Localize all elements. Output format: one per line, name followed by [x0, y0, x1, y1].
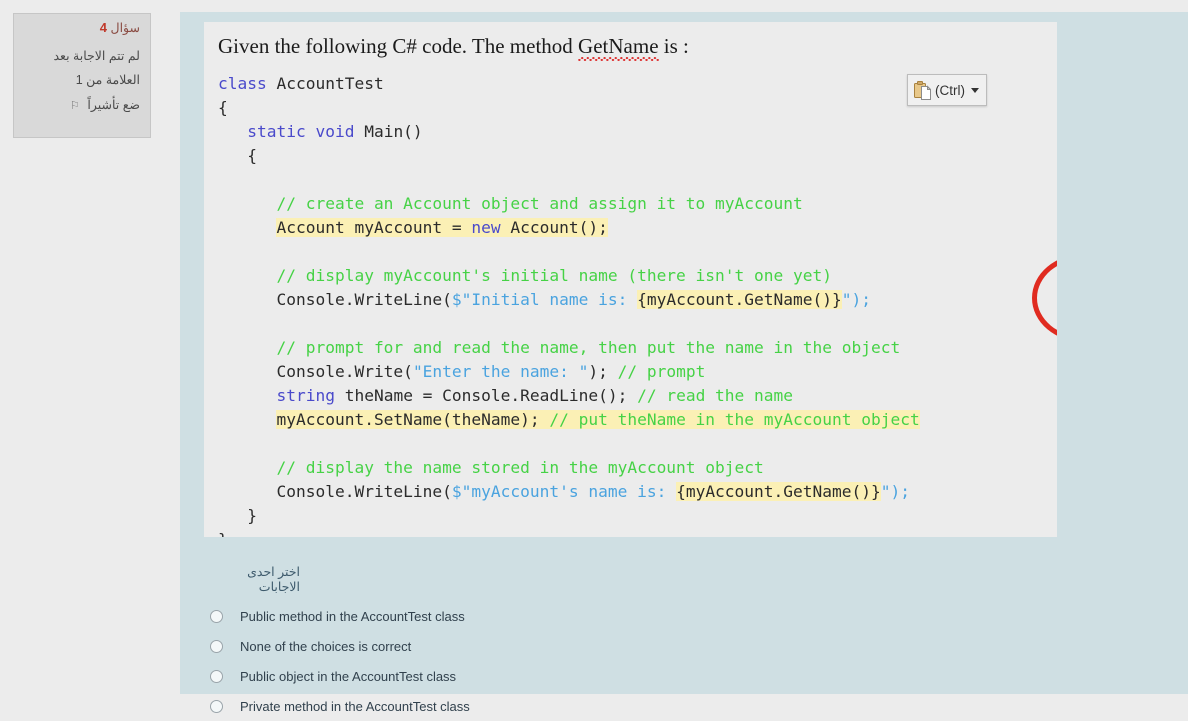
- code-token: AccountTest: [276, 74, 384, 93]
- code-token: {myAccount.GetName()}: [637, 290, 842, 309]
- code-token: ");: [841, 290, 872, 309]
- code-token: // prompt for and read the name, then pu…: [276, 338, 901, 357]
- answer-option-label: None of the choices is correct: [240, 638, 412, 654]
- code-token: {myAccount.GetName()}: [676, 482, 881, 501]
- code-token: string: [276, 386, 335, 405]
- code-token: ");: [880, 482, 910, 501]
- paste-options-label: (Ctrl): [935, 82, 965, 98]
- answers-heading: اختر احدى الاجابات: [247, 565, 300, 594]
- question-word-label: سؤال: [110, 21, 141, 35]
- answer-option-2[interactable]: None of the choices is correct: [204, 631, 904, 661]
- flag-question-action[interactable]: ضع تأشيراً ⚐: [22, 97, 140, 112]
- question-prompt: Given the following C# code. The method …: [204, 22, 1057, 59]
- code-line: Console.WriteLine($"Initial name is: {my…: [218, 288, 1054, 312]
- code-line: // display the name stored in the myAcco…: [218, 456, 1054, 480]
- code-line: string theName = Console.ReadLine(); // …: [218, 384, 1054, 408]
- code-token: // display the name stored in the myAcco…: [276, 458, 764, 477]
- code-token: theName = Console.ReadLine();: [334, 386, 638, 405]
- code-token: new: [471, 218, 501, 237]
- question-number-line: سؤال 4: [22, 21, 140, 35]
- code-token: // put theName in the myAccount object: [549, 410, 920, 429]
- code-line: // create an Account object and assign i…: [218, 192, 1054, 216]
- code-line: myAccount.SetName(theName); // put theNa…: [218, 408, 1054, 432]
- code-token: // prompt: [617, 362, 706, 381]
- answers-section: اختر احدى الاجابات Public method in the …: [204, 564, 904, 721]
- code-token: // read the name: [637, 386, 794, 405]
- clipboard-icon: [914, 80, 931, 100]
- flag-question-label: ضع تأشيراً: [87, 97, 140, 112]
- paste-options-button[interactable]: (Ctrl): [907, 74, 987, 106]
- code-token: Console.Write(: [276, 362, 413, 381]
- code-token: Account myAccount =: [276, 218, 472, 237]
- code-block: class AccountTest{ static void Main() { …: [218, 72, 1054, 537]
- question-prompt-before: Given the following C# code. The method: [218, 34, 579, 58]
- code-line: Account myAccount = new Account();: [218, 216, 1054, 240]
- code-token: class: [218, 74, 277, 93]
- answer-option-label: Public object in the AccountTest class: [240, 668, 457, 684]
- question-mark-label: العلامة من 1: [75, 73, 140, 87]
- code-token: }: [218, 506, 257, 525]
- code-line: Console.Write("Enter the name: "); // pr…: [218, 360, 1054, 384]
- code-token: Console.WriteLine(: [276, 290, 452, 309]
- code-token: static void: [247, 122, 365, 141]
- question-info-box: سؤال 4 لم تتم الاجابة بعد العلامة من 1 ض…: [13, 13, 151, 138]
- code-token: $"Initial name is:: [451, 290, 638, 309]
- question-number-value: 4: [99, 20, 108, 35]
- code-token: "Enter the name: ": [412, 362, 589, 381]
- answers-list: Public method in the AccountTest class No…: [204, 601, 904, 721]
- code-token: $"myAccount's name is:: [451, 482, 677, 501]
- radio-button[interactable]: [210, 609, 223, 623]
- code-line: static void Main(): [218, 120, 1054, 144]
- question-panel: Given the following C# code. The method …: [180, 12, 1188, 714]
- code-token: // display myAccount's initial name (the…: [276, 266, 832, 285]
- question-prompt-term: GetName: [578, 34, 659, 61]
- answer-option-3[interactable]: Public object in the AccountTest class: [204, 661, 904, 691]
- question-content-card: Given the following C# code. The method …: [204, 22, 1057, 537]
- code-line: }: [218, 504, 1054, 528]
- radio-button[interactable]: [210, 639, 223, 653]
- code-token: // create an Account object and assign i…: [276, 194, 803, 213]
- chevron-down-icon: [971, 87, 979, 93]
- code-line: // display myAccount's initial name (the…: [218, 264, 1054, 288]
- answer-option-label: Private method in the AccountTest class: [240, 698, 470, 714]
- answer-option-label: Public method in the AccountTest class: [240, 608, 465, 624]
- code-token: myAccount.SetName(theName);: [276, 410, 550, 429]
- code-line: // prompt for and read the name, then pu…: [218, 336, 1054, 360]
- code-line: {: [218, 144, 1054, 168]
- answer-option-4[interactable]: Private method in the AccountTest class: [204, 691, 904, 721]
- answer-status-label: لم تتم الاجابة بعد: [53, 48, 140, 63]
- question-prompt-after: is :: [658, 34, 689, 58]
- code-token: Main(): [364, 122, 423, 141]
- radio-button[interactable]: [210, 699, 223, 713]
- radio-button[interactable]: [210, 669, 223, 683]
- code-token: {: [218, 146, 257, 165]
- answer-option-1[interactable]: Public method in the AccountTest class: [204, 601, 904, 631]
- code-token: }: [218, 530, 228, 537]
- code-token: {: [218, 98, 228, 117]
- code-token: Console.WriteLine(: [276, 482, 452, 501]
- code-line: Console.WriteLine($"myAccount's name is:…: [218, 480, 1054, 504]
- code-token: );: [588, 362, 618, 381]
- code-line: }: [218, 528, 1054, 537]
- flag-icon: ⚐: [69, 99, 80, 112]
- code-token: Account();: [500, 218, 608, 237]
